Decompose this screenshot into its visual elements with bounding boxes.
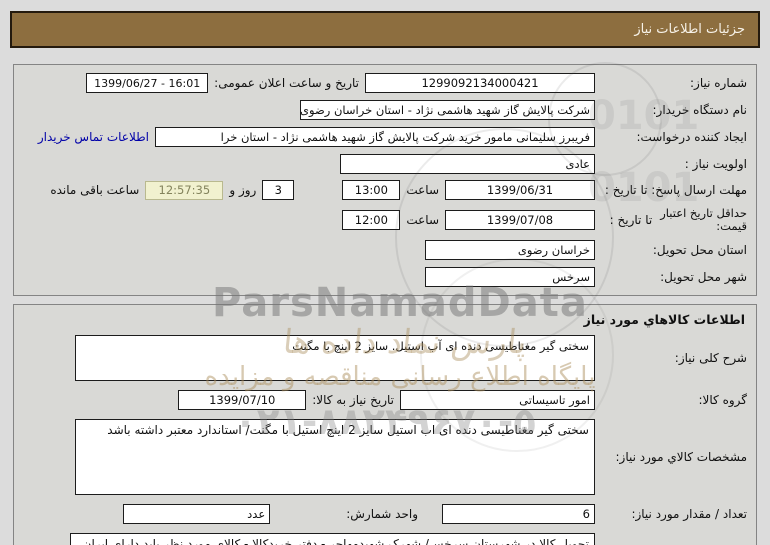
need-number-label: شماره نیاز: bbox=[690, 76, 747, 91]
announce-datetime-label: تاریخ و ساعت اعلان عمومی: bbox=[214, 76, 359, 91]
remaining-days-field[interactable]: 3 bbox=[262, 180, 295, 201]
buyer-notes-field[interactable]: تحویل کالا در شهرستان سرخس/ شهرک شهیدمها… bbox=[70, 533, 595, 545]
delivery-province-label: استان محل تحویل: bbox=[652, 242, 747, 257]
goods-group-label: گروه کالا: bbox=[698, 393, 748, 407]
quantity-row: تعداد / مقدار مورد نیاز: 6 واحد شمارش: ع… bbox=[23, 504, 747, 524]
general-desc-label: شرح کلی نیاز: bbox=[674, 351, 747, 365]
goods-group-row: گروه کالا: امور تاسیساتی تاریخ نیاز به ک… bbox=[23, 390, 747, 410]
goods-info-title: اطلاعات کالاهاي مورد نیاز bbox=[583, 312, 745, 327]
need-info-panel: شماره نیاز: 1299092134000421 تاریخ و ساع… bbox=[13, 64, 757, 296]
price-validity-date-field[interactable]: 1399/07/08 bbox=[445, 210, 595, 231]
price-validity-row: حداقل تاریخ اعتبار قیمت: تا تاریخ : 1399… bbox=[23, 207, 747, 233]
page: جزئیات اطلاعات نیاز شماره نیاز: 12990921… bbox=[0, 0, 770, 545]
request-creator-field[interactable]: فریبرز سلیمانی مامور خرید شرکت پالایش گا… bbox=[155, 126, 595, 147]
days-and-label: روز و bbox=[229, 183, 257, 198]
need-number-row: شماره نیاز: 1299092134000421 تاریخ و ساع… bbox=[23, 73, 747, 94]
specs-label: مشخصات کالاي مورد نیاز: bbox=[615, 450, 747, 464]
hours-remaining-label: ساعت باقی مانده bbox=[50, 183, 140, 198]
reply-deadline-row: مهلت ارسال پاسخ: تا تاریخ : 1399/06/31 س… bbox=[23, 180, 747, 201]
price-validity-hour-label: ساعت bbox=[406, 213, 439, 228]
specs-row: مشخصات کالاي مورد نیاز: سختی گیر مغناطیس… bbox=[23, 419, 747, 495]
buyer-name-row: نام دستگاه خریدار: شرکت پالایش گاز شهید … bbox=[23, 100, 748, 121]
delivery-city-row: شهر محل تحویل: سرخس bbox=[23, 266, 747, 287]
reply-deadline-hour-label: ساعت bbox=[406, 183, 439, 198]
buyer-name-field[interactable]: شرکت پالایش گاز شهید هاشمی نژاد - استان … bbox=[300, 100, 595, 121]
price-validity-label: حداقل تاریخ اعتبار قیمت: تا تاریخ : bbox=[595, 207, 747, 233]
buyer-notes-row: توضیحات خریدار: تحویل کالا در شهرستان سر… bbox=[23, 533, 747, 545]
general-desc-field[interactable]: سختی گیر مغناطیسی دنده ای آب استیل. سایز… bbox=[75, 335, 595, 381]
goods-group-field[interactable]: امور تاسیساتی bbox=[400, 390, 595, 410]
reply-deadline-date-field[interactable]: 1399/06/31 bbox=[445, 180, 595, 201]
need-date-label: تاریخ نیاز به کالا: bbox=[312, 393, 394, 407]
delivery-city-field[interactable]: سرخس bbox=[425, 266, 595, 287]
priority-field[interactable]: عادی bbox=[340, 153, 595, 174]
page-title-bar: جزئیات اطلاعات نیاز bbox=[10, 11, 760, 48]
specs-field[interactable]: سختی گیر مغناطیسی دنده ای اب استیل سایز … bbox=[75, 419, 595, 495]
quantity-field[interactable]: 6 bbox=[442, 504, 595, 524]
quantity-label: تعداد / مقدار مورد نیاز: bbox=[631, 507, 747, 521]
general-desc-row: شرح کلی نیاز: سختی گیر مغناطیسی دنده ای … bbox=[23, 335, 747, 381]
priority-label: اولویت نیاز : bbox=[684, 156, 747, 171]
delivery-province-row: استان محل تحویل: خراسان رضوی bbox=[23, 239, 747, 260]
delivery-city-label: شهر محل تحویل: bbox=[660, 269, 747, 284]
reply-deadline-label: مهلت ارسال پاسخ: تا تاریخ : bbox=[604, 183, 747, 198]
need-date-field[interactable]: 1399/07/10 bbox=[178, 390, 307, 410]
goods-info-panel: اطلاعات کالاهاي مورد نیاز شرح کلی نیاز: … bbox=[13, 304, 757, 545]
price-validity-label-line2: قیمت: bbox=[716, 219, 747, 234]
price-validity-time-field[interactable]: 12:00 bbox=[342, 210, 401, 231]
until-date-label: تا تاریخ : bbox=[609, 213, 653, 228]
countdown-timer: 12:57:35 bbox=[145, 180, 224, 200]
request-creator-label: ایجاد کننده درخواست: bbox=[636, 129, 747, 144]
request-creator-row: ایجاد کننده درخواست: فریبرز سلیمانی مامو… bbox=[23, 126, 747, 147]
delivery-province-field[interactable]: خراسان رضوی bbox=[425, 239, 595, 260]
buyer-name-label: نام دستگاه خریدار: bbox=[652, 103, 748, 118]
page-title: جزئیات اطلاعات نیاز bbox=[634, 22, 745, 37]
unit-field[interactable]: عدد bbox=[123, 504, 271, 524]
priority-row: اولویت نیاز : عادی bbox=[23, 153, 747, 174]
buyer-contact-link[interactable]: اطلاعات تماس خریدار bbox=[38, 130, 149, 144]
announce-datetime-field[interactable]: 1399/06/27 - 16:01 bbox=[86, 73, 209, 94]
reply-deadline-time-field[interactable]: 13:00 bbox=[342, 180, 401, 201]
need-number-field[interactable]: 1299092134000421 bbox=[365, 73, 595, 94]
unit-label: واحد شمارش: bbox=[346, 507, 418, 521]
